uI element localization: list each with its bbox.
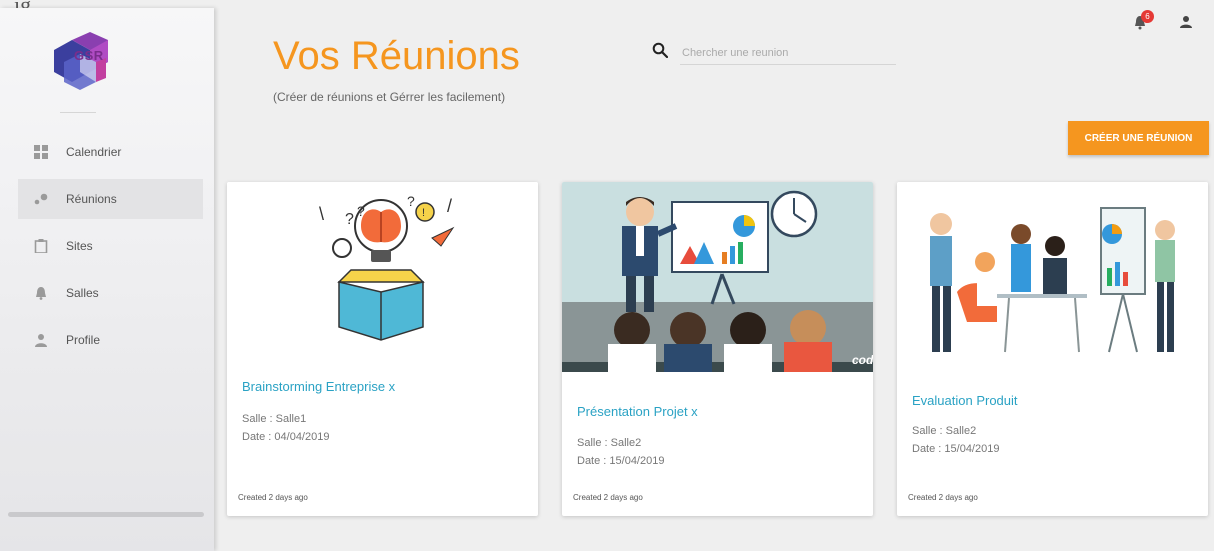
sidebar-scrollbar[interactable]: [8, 512, 204, 517]
card-date: Date : 15/04/2019: [577, 455, 665, 467]
calendar-grid-icon: [34, 145, 48, 159]
svg-text:!: !: [422, 207, 425, 219]
meeting-card[interactable]: Evaluation Produit Salle : Salle2 Date :…: [897, 182, 1208, 516]
sidebar-item-calendrier[interactable]: Calendrier: [18, 132, 203, 172]
sidebar: GSR Calendrier Réunions Sites Salles Pro…: [0, 8, 214, 551]
card-room: Salle : Salle1: [242, 413, 307, 425]
meeting-icon: [34, 192, 48, 206]
card-date: Date : 04/04/2019: [242, 431, 330, 443]
sidebar-nav: Calendrier Réunions Sites Salles Profile: [18, 132, 203, 367]
page-subtitle: (Créer de réunions et Gérrer les facilem…: [273, 90, 506, 104]
card-created-time: Created 2 days ago: [238, 493, 308, 502]
sidebar-item-reunions[interactable]: Réunions: [18, 179, 203, 219]
sidebar-item-label: Sites: [66, 239, 93, 253]
team-meeting-illustration: [897, 182, 1208, 372]
svg-text:?: ?: [407, 193, 415, 209]
card-room: Salle : Salle2: [577, 437, 642, 449]
sidebar-item-sites[interactable]: Sites: [18, 226, 203, 266]
logo-text: GSR: [74, 48, 104, 63]
bell-room-icon: [34, 286, 48, 300]
person-icon: [34, 333, 48, 347]
sidebar-item-label: Salles: [66, 286, 99, 300]
notification-badge: 6: [1141, 10, 1154, 23]
card-title[interactable]: Brainstorming Entreprise x: [242, 379, 395, 394]
page-title: Vos Réunions: [273, 34, 520, 78]
search-icon[interactable]: [652, 42, 668, 58]
sidebar-item-salles[interactable]: Salles: [18, 273, 203, 313]
sidebar-item-label: Réunions: [66, 192, 117, 206]
presentation-illustration: cod: [562, 182, 873, 372]
user-account-icon[interactable]: [1179, 15, 1193, 29]
card-title[interactable]: Evaluation Produit: [912, 393, 1018, 408]
brainstorming-illustration: ! ? ? ? / \: [227, 182, 538, 372]
svg-text:?: ?: [357, 203, 365, 219]
svg-text:/: /: [447, 196, 452, 216]
meeting-card[interactable]: ! ? ? ? / \ Brainstorming Entreprise x S…: [227, 182, 538, 516]
svg-text:\: \: [319, 204, 324, 224]
gsr-logo: [54, 32, 108, 90]
sidebar-item-profile[interactable]: Profile: [18, 320, 203, 360]
image-watermark: cod: [852, 353, 873, 367]
card-created-time: Created 2 days ago: [908, 493, 978, 502]
search-input[interactable]: [680, 42, 896, 65]
card-created-time: Created 2 days ago: [573, 493, 643, 502]
card-title[interactable]: Présentation Projet x: [577, 404, 698, 419]
logo-divider: [60, 112, 96, 113]
meeting-card[interactable]: cod Présentation Projet x Salle : Salle2…: [562, 182, 873, 516]
sidebar-item-label: Calendrier: [66, 145, 122, 159]
svg-text:?: ?: [345, 211, 354, 228]
card-date: Date : 15/04/2019: [912, 443, 1000, 455]
card-room: Salle : Salle2: [912, 425, 977, 437]
sidebar-item-label: Profile: [66, 333, 101, 347]
clipboard-icon: [34, 239, 48, 254]
create-meeting-button[interactable]: CRÉER UNE RÉUNION: [1068, 121, 1209, 155]
